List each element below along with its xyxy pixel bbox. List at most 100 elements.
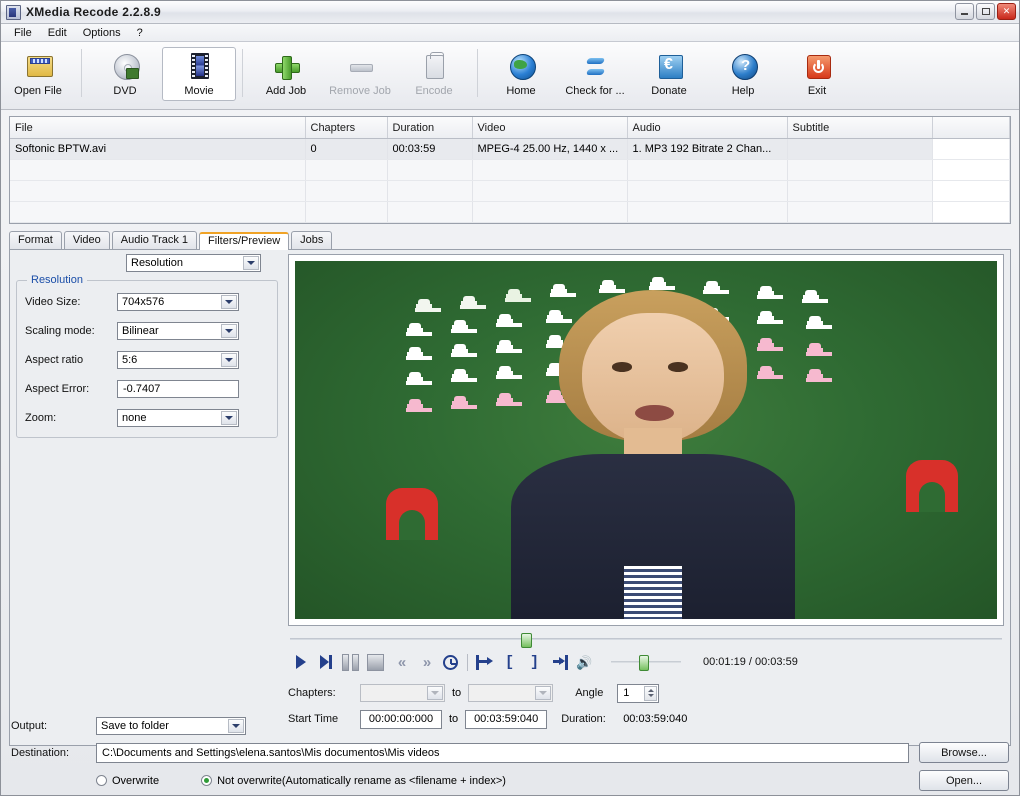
mark-out-button[interactable]: ] bbox=[522, 651, 547, 673]
file-list[interactable]: File Chapters Duration Video Audio Subti… bbox=[9, 116, 1011, 224]
table-row[interactable] bbox=[10, 202, 1010, 223]
remove-job-icon bbox=[345, 52, 375, 80]
toolbar-check-update[interactable]: Check for ... bbox=[558, 47, 632, 101]
main-toolbar: Open File DVD Movie Add Job Remove Job E… bbox=[1, 42, 1019, 110]
pause-button[interactable] bbox=[338, 651, 363, 673]
toolbar-encode[interactable]: Encode bbox=[397, 47, 471, 101]
tab-audio-track-1[interactable]: Audio Track 1 bbox=[112, 231, 197, 249]
scaling-mode-combo[interactable]: Bilinear bbox=[117, 322, 239, 340]
menu-item-options[interactable]: Options bbox=[76, 26, 128, 40]
chevron-down-icon[interactable] bbox=[221, 324, 237, 338]
toolbar-exit[interactable]: Exit bbox=[780, 47, 854, 101]
field-aspect-ratio-label: Aspect ratio bbox=[25, 354, 117, 366]
mark-in-button[interactable]: [ bbox=[497, 651, 522, 673]
overwrite-row: Overwrite Not overwrite(Automatically re… bbox=[11, 770, 1009, 791]
chapters-to-combo[interactable] bbox=[468, 684, 553, 702]
mute-button[interactable]: 🔊 bbox=[572, 651, 597, 673]
toolbar-donate[interactable]: Donate bbox=[632, 47, 706, 101]
next-frame-button[interactable] bbox=[313, 651, 338, 673]
column-extra[interactable] bbox=[932, 117, 1010, 139]
tab-filters-preview[interactable]: Filters/Preview bbox=[199, 232, 289, 250]
output-mode-combo[interactable]: Save to folder bbox=[96, 717, 246, 735]
angle-spinner[interactable]: 1 bbox=[617, 684, 659, 703]
tab-video[interactable]: Video bbox=[64, 231, 110, 249]
toolbar-open-file[interactable]: Open File bbox=[1, 47, 75, 101]
column-chapters[interactable]: Chapters bbox=[305, 117, 387, 139]
close-button[interactable]: ✕ bbox=[997, 3, 1016, 20]
column-video[interactable]: Video bbox=[472, 117, 627, 139]
toolbar-dvd[interactable]: DVD bbox=[88, 47, 162, 101]
filter-selector[interactable]: Resolution bbox=[126, 254, 261, 272]
column-subtitle[interactable]: Subtitle bbox=[787, 117, 932, 139]
chapters-label: Chapters: bbox=[288, 687, 360, 699]
not-overwrite-radio[interactable]: Not overwrite(Automatically rename as <f… bbox=[201, 775, 867, 787]
toolbar-separator bbox=[242, 49, 243, 97]
angle-value: 1 bbox=[623, 687, 629, 699]
column-audio[interactable]: Audio bbox=[627, 117, 787, 139]
title-bar: XMedia Recode 2.2.8.9 ✕ bbox=[1, 1, 1019, 24]
rewind-button[interactable]: « bbox=[388, 651, 413, 673]
table-row[interactable]: Softonic BPTW.avi 0 00:03:59 MPEG-4 25.0… bbox=[10, 139, 1010, 160]
toolbar-add-job[interactable]: Add Job bbox=[249, 47, 323, 101]
toolbar-remove-job[interactable]: Remove Job bbox=[323, 47, 397, 101]
output-section: Output: Save to folder Destination: C:\D… bbox=[1, 709, 1019, 795]
play-button[interactable] bbox=[288, 651, 313, 673]
video-size-value: 704x576 bbox=[122, 296, 164, 308]
table-row[interactable] bbox=[10, 181, 1010, 202]
open-button[interactable]: Open... bbox=[919, 770, 1009, 791]
dvd-icon bbox=[110, 52, 140, 80]
column-file[interactable]: File bbox=[10, 117, 305, 139]
window-title: XMedia Recode 2.2.8.9 bbox=[26, 5, 161, 19]
column-duration[interactable]: Duration bbox=[387, 117, 472, 139]
chevron-down-icon[interactable] bbox=[221, 411, 237, 425]
cell-chapters: 0 bbox=[305, 139, 387, 160]
tab-format[interactable]: Format bbox=[9, 231, 62, 249]
chevron-down-icon[interactable] bbox=[427, 686, 443, 700]
menu-item-help[interactable]: ? bbox=[130, 26, 150, 40]
menu-item-edit[interactable]: Edit bbox=[41, 26, 74, 40]
browse-button[interactable]: Browse... bbox=[919, 742, 1009, 763]
chevron-down-icon[interactable] bbox=[221, 295, 237, 309]
minimize-button[interactable] bbox=[955, 3, 974, 20]
toolbar-home[interactable]: Home bbox=[484, 47, 558, 101]
chevron-down-icon[interactable] bbox=[221, 353, 237, 367]
aspect-error-input[interactable]: -0.7407 bbox=[117, 380, 239, 398]
set-end-button[interactable] bbox=[547, 651, 572, 673]
spinner-arrows-icon[interactable] bbox=[644, 686, 657, 701]
toolbar-help[interactable]: Help bbox=[706, 47, 780, 101]
cell-duration: 00:03:59 bbox=[387, 139, 472, 160]
menu-item-file[interactable]: File bbox=[7, 26, 39, 40]
seek-slider[interactable] bbox=[288, 633, 1004, 645]
time-jump-button[interactable] bbox=[438, 651, 463, 673]
volume-slider-thumb[interactable] bbox=[639, 655, 649, 671]
chevron-down-icon[interactable] bbox=[535, 686, 551, 700]
toolbar-movie[interactable]: Movie bbox=[162, 47, 236, 101]
fast-forward-button[interactable]: » bbox=[413, 651, 438, 673]
cell-subtitle bbox=[787, 139, 932, 160]
seek-slider-thumb[interactable] bbox=[521, 633, 532, 648]
set-start-button[interactable] bbox=[472, 651, 497, 673]
zoom-combo[interactable]: none bbox=[117, 409, 239, 427]
overwrite-radio[interactable]: Overwrite bbox=[96, 775, 159, 787]
filter-selector-value: Resolution bbox=[131, 257, 183, 269]
destination-input[interactable]: C:\Documents and Settings\elena.santos\M… bbox=[96, 743, 909, 763]
chevron-down-icon[interactable] bbox=[228, 719, 244, 733]
toolbar-remove-job-label: Remove Job bbox=[329, 85, 391, 97]
radio-indicator[interactable] bbox=[96, 775, 107, 786]
volume-slider[interactable] bbox=[611, 655, 681, 669]
toolbar-donate-label: Donate bbox=[651, 85, 686, 97]
stop-button[interactable] bbox=[363, 651, 388, 673]
table-row[interactable] bbox=[10, 160, 1010, 181]
field-aspect-error: Aspect Error: -0.7407 bbox=[25, 378, 269, 399]
video-preview-image[interactable] bbox=[295, 261, 997, 619]
aspect-ratio-combo[interactable]: 5:6 bbox=[117, 351, 239, 369]
maximize-button[interactable] bbox=[976, 3, 995, 20]
radio-indicator-selected[interactable] bbox=[201, 775, 212, 786]
movie-icon bbox=[184, 52, 214, 80]
video-size-combo[interactable]: 704x576 bbox=[117, 293, 239, 311]
aspect-ratio-value: 5:6 bbox=[122, 354, 137, 366]
chapters-from-combo[interactable] bbox=[360, 684, 445, 702]
chevron-down-icon[interactable] bbox=[243, 256, 259, 270]
tab-jobs[interactable]: Jobs bbox=[291, 231, 332, 249]
chapters-to-label: to bbox=[452, 687, 461, 699]
